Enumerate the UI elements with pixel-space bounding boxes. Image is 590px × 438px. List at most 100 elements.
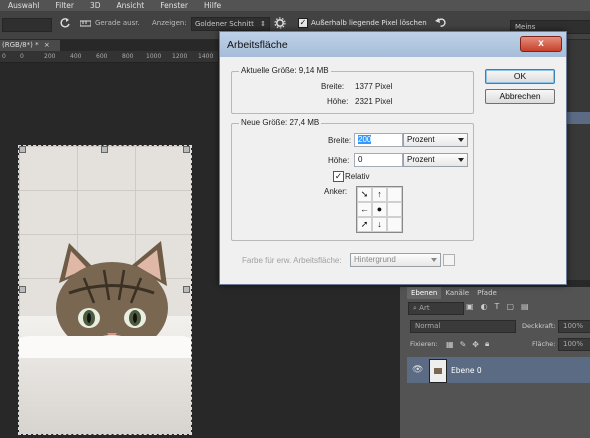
- ruler-tick: 800: [122, 53, 134, 60]
- workspace-value: Meins: [515, 23, 536, 31]
- anchor-bottom-right[interactable]: [387, 217, 402, 232]
- cancel-button-label: Abbrechen: [499, 91, 541, 101]
- anchor-bottom-left[interactable]: ➚: [357, 217, 372, 232]
- smart-filter-icon[interactable]: ▤: [521, 302, 529, 311]
- tab-ebenen[interactable]: Ebenen: [407, 287, 442, 299]
- menu-3d[interactable]: 3D: [90, 0, 101, 11]
- type-filter-icon[interactable]: T: [495, 302, 500, 311]
- new-height-value: 0: [358, 155, 363, 164]
- dock-selected-item[interactable]: [567, 112, 590, 124]
- lock-move-icon[interactable]: ✥: [472, 340, 479, 349]
- new-width-input[interactable]: 200: [354, 133, 403, 147]
- overlay-select[interactable]: Goldener Schnitt ⇕: [191, 17, 270, 31]
- anchor-top-right[interactable]: [387, 187, 402, 202]
- straighten-label: Gerade ausr.: [95, 19, 140, 27]
- new-height-unit-select[interactable]: Prozent: [403, 153, 468, 167]
- crop-handle[interactable]: [101, 146, 108, 153]
- layer-thumbnail: [429, 359, 447, 383]
- anchor-top[interactable]: ↑: [372, 187, 387, 202]
- document-canvas[interactable]: [18, 145, 192, 435]
- current-height-label: Höhe:: [327, 97, 349, 106]
- gear-icon[interactable]: [274, 17, 286, 29]
- anchor-bottom[interactable]: ↓: [372, 217, 387, 232]
- dialog-title-bar[interactable]: Arbeitsfläche x: [220, 32, 566, 57]
- new-height-input[interactable]: 0: [354, 153, 403, 167]
- delete-pixels-label: Außerhalb liegende Pixel löschen: [311, 19, 427, 27]
- opacity-input[interactable]: 100%: [558, 320, 590, 333]
- canvas-size-dialog: Arbeitsfläche x Aktuelle Größe: 9,14 MB …: [219, 31, 567, 285]
- blend-mode-select[interactable]: Normal: [410, 320, 516, 333]
- rotate-icon[interactable]: [59, 17, 71, 29]
- menu-bar: Auswahl Filter 3D Ansicht Fenster Hilfe: [0, 0, 590, 11]
- adjustment-filter-icon[interactable]: ◐: [481, 302, 488, 311]
- overlay-select-value: Goldener Schnitt: [195, 20, 254, 28]
- current-height-value: 2321 Pixel: [355, 97, 393, 106]
- ruler-tick: 1000: [146, 53, 162, 60]
- document-tab[interactable]: (RGB/8*) * ×: [0, 40, 60, 51]
- chevron-updown-icon: ⇕: [260, 20, 266, 28]
- opacity-label: Deckkraft:: [522, 322, 556, 330]
- ok-button-label: OK: [513, 71, 527, 81]
- layer-name: Ebene 0: [451, 366, 482, 375]
- menu-fenster[interactable]: Fenster: [160, 0, 188, 11]
- current-width-label: Breite:: [321, 82, 345, 91]
- ratio-input[interactable]: [2, 18, 52, 32]
- crop-handle[interactable]: [19, 286, 26, 293]
- pixel-filter-icon[interactable]: ▣: [466, 302, 474, 311]
- anchor-right[interactable]: [387, 202, 402, 217]
- straighten-icon[interactable]: [79, 18, 92, 28]
- menu-hilfe[interactable]: Hilfe: [204, 0, 221, 11]
- eye-icon[interactable]: 👁︎: [412, 365, 423, 375]
- new-width-unit-select[interactable]: Prozent: [403, 133, 468, 147]
- anchor-center[interactable]: ●: [372, 202, 387, 217]
- overlay-label: Anzeigen:: [152, 19, 187, 27]
- anker-label: Anker:: [324, 187, 348, 196]
- ext-color-select[interactable]: Hintergrund: [350, 253, 441, 267]
- document-tab-label: (RGB/8*) *: [2, 41, 39, 49]
- horizontal-ruler: 0 0 200 400 600 800 1000 1200 1400: [0, 51, 218, 63]
- color-swatch[interactable]: [443, 254, 455, 266]
- menu-auswahl[interactable]: Auswahl: [8, 0, 39, 11]
- new-width-value: 200: [358, 135, 372, 144]
- close-button[interactable]: x: [520, 36, 562, 52]
- shape-filter-icon[interactable]: ▢: [506, 302, 514, 311]
- fill-input[interactable]: 100%: [558, 338, 590, 351]
- cancel-button[interactable]: Abbrechen: [485, 89, 555, 104]
- layer-filter-icons: ▣ ◐ T ▢ ▤: [466, 302, 529, 311]
- crop-handle[interactable]: [183, 286, 190, 293]
- relativ-label: Relativ: [345, 172, 370, 181]
- lock-transparent-icon[interactable]: ▦: [446, 340, 454, 349]
- tab-kanaele[interactable]: Kanäle: [441, 287, 473, 299]
- current-size-group: [231, 71, 474, 114]
- anchor-grid: ➘ ↑ ← ● ➚ ↓: [356, 186, 403, 233]
- blend-mode-value: Normal: [415, 322, 441, 330]
- ruler-tick: 1200: [172, 53, 188, 60]
- crop-handle[interactable]: [19, 146, 26, 153]
- lock-brush-icon[interactable]: ✎: [460, 340, 467, 349]
- relativ-checkbox[interactable]: ✓: [333, 171, 344, 182]
- delete-pixels-checkbox[interactable]: ✓: [298, 18, 308, 28]
- new-size-label: Neue Größe: 27,4 MB: [239, 118, 322, 127]
- fill-label: Fläche:: [532, 340, 556, 348]
- layer-filter-select[interactable]: ⌕ Art: [408, 302, 464, 315]
- ruler-tick: 600: [96, 53, 108, 60]
- ok-button[interactable]: OK: [485, 69, 555, 84]
- thumbnail-cat: [434, 368, 442, 374]
- tab-pfade[interactable]: Pfade: [473, 287, 501, 299]
- ext-color-value: Hintergrund: [354, 255, 396, 264]
- reset-icon[interactable]: [435, 17, 446, 28]
- anchor-left[interactable]: ←: [357, 202, 372, 217]
- current-size-label: Aktuelle Größe: 9,14 MB: [239, 66, 331, 75]
- menu-ansicht[interactable]: Ansicht: [116, 0, 144, 11]
- layer-row[interactable]: 👁︎ Ebene 0: [407, 357, 590, 383]
- close-tab-icon[interactable]: ×: [44, 41, 50, 49]
- crop-handle[interactable]: [183, 146, 190, 153]
- lock-all-icon[interactable]: 🔒︎: [485, 339, 489, 349]
- current-width-value: 1377 Pixel: [355, 82, 393, 91]
- anchor-top-left[interactable]: ➘: [357, 187, 372, 202]
- menu-filter[interactable]: Filter: [55, 0, 74, 11]
- lock-label: Fixieren:: [410, 340, 438, 348]
- ruler-tick: 200: [44, 53, 56, 60]
- new-width-label: Breite:: [328, 136, 352, 145]
- bathtub-rim: [19, 336, 191, 358]
